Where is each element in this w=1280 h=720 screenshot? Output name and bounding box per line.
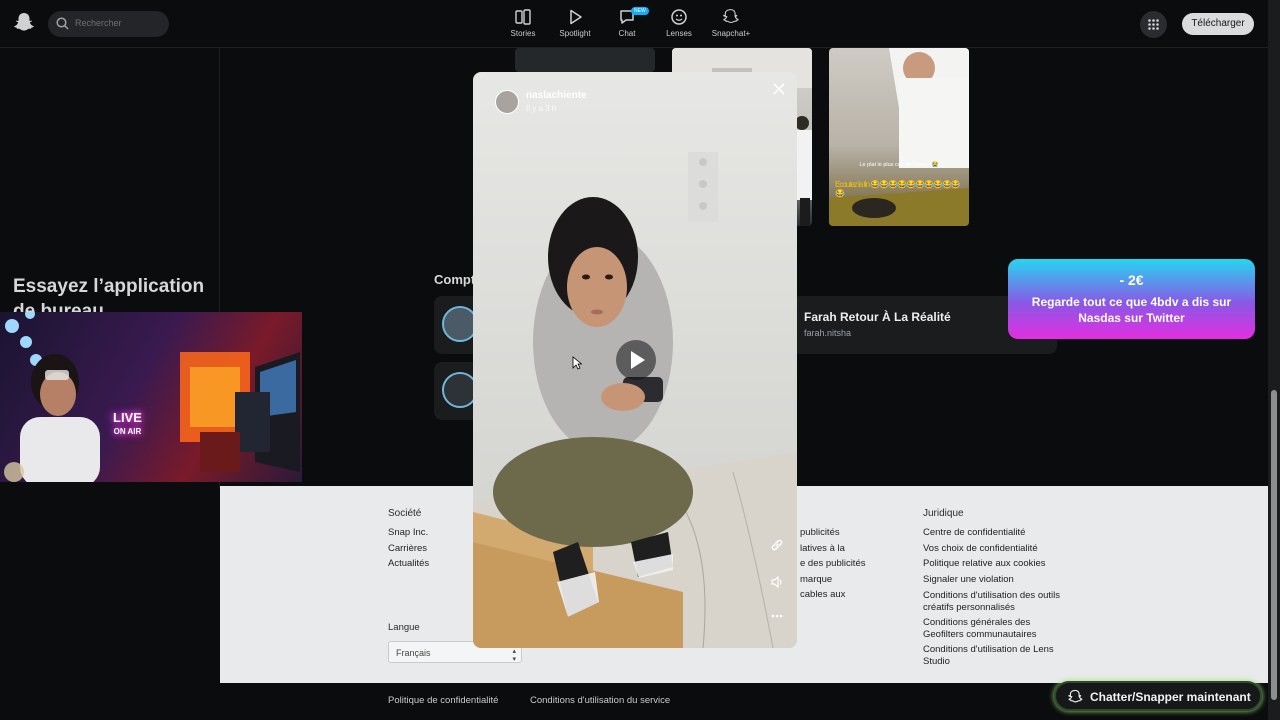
chat-snap-now-button[interactable]: Chatter/Snapper maintenant [1054, 681, 1262, 711]
language-select-value: Français [396, 648, 431, 658]
page-root: Rechercher Stories Spotlight NEW Chat Le… [0, 0, 1280, 720]
more-options-icon[interactable] [770, 609, 784, 623]
story-thumbnail[interactable] [515, 48, 655, 72]
nav-chat[interactable]: NEW Chat [603, 7, 651, 38]
footer-link[interactable]: marque [800, 572, 865, 588]
copy-link-icon[interactable] [770, 538, 784, 552]
neon-sign-live: LIVE [113, 410, 142, 425]
volume-icon[interactable] [770, 575, 784, 589]
accounts-section-title: Compt [434, 272, 476, 287]
footer-link[interactable]: e des publicités [800, 556, 865, 572]
nav-lenses-label: Lenses [666, 29, 692, 38]
nav-snapchat-plus[interactable]: Snapchat+ [707, 8, 755, 38]
apps-grid-button[interactable] [1140, 11, 1167, 38]
footer-company-column: Société Snap Inc. Carrières Actualités [388, 508, 429, 572]
close-icon[interactable] [772, 82, 786, 96]
nav-stories[interactable]: Stories [499, 8, 547, 38]
search-placeholder: Rechercher [75, 18, 122, 28]
footer-link[interactable]: Centre de confidentialité [923, 525, 1063, 541]
account-username: farah.nitsha [804, 328, 852, 338]
language-label: Langue [388, 622, 420, 633]
footer-link[interactable]: publicités [800, 525, 865, 541]
select-arrows-icon: ▴ ▾ [512, 648, 516, 663]
chat-snap-now-label: Chatter/Snapper maintenant [1090, 690, 1251, 704]
footer-link[interactable]: latives à la [800, 541, 865, 557]
stories-icon [515, 9, 531, 25]
footer-link[interactable]: Conditions d'utilisation des outils créa… [923, 590, 1063, 613]
live-on-air-neon-sign: LIVE ON AIR [113, 410, 142, 438]
donation-amount: - 2€ [1119, 272, 1144, 288]
story-viewer-modal[interactable]: naslachiente Il y a 3 h [473, 72, 797, 648]
footer-legal-column: Juridique Centre de confidentialité Vos … [923, 508, 1063, 667]
scrollbar-thumb[interactable] [1271, 390, 1277, 700]
search-bar[interactable]: Rechercher [48, 11, 169, 37]
terms-of-service-link[interactable]: Conditions d'utilisation du service [530, 695, 670, 706]
nav-lenses[interactable]: Lenses [655, 8, 703, 38]
footer-middle-column: publicités latives à la e des publicités… [800, 525, 865, 603]
webcam-scene-image [4, 312, 300, 482]
story-author-avatar[interactable] [495, 90, 519, 114]
story-posted-time: Il y a 3 h [526, 104, 557, 113]
play-icon [631, 351, 645, 369]
apps-grid-icon [1148, 19, 1159, 30]
footer-link[interactable]: Conditions d'utilisation de Lens Studio [923, 644, 1063, 667]
nav-stories-label: Stories [510, 29, 536, 38]
donation-alert-banner: - 2€ Regarde tout ce que 4bdv a dis sur … [1008, 259, 1255, 339]
nav-chat-label: Chat [618, 29, 636, 38]
top-navigation: Rechercher Stories Spotlight NEW Chat Le… [0, 0, 1268, 48]
donation-message: Regarde tout ce que 4bdv a dis sur Nasda… [1031, 295, 1232, 325]
mouse-cursor-icon [572, 356, 582, 370]
footer-link[interactable]: Snap Inc. [388, 525, 429, 541]
footer-legal-heading: Juridique [923, 508, 964, 519]
lenses-icon [671, 9, 687, 25]
chat-new-badge: NEW [631, 7, 649, 15]
story-thumbnail[interactable]: Le plat le plus con de France 😭 Ecoutez … [829, 48, 969, 226]
page-scrollbar[interactable] [1268, 0, 1280, 720]
footer-company-heading: Société [388, 508, 422, 519]
search-icon [56, 17, 69, 30]
snapchat-ghost-icon [1068, 689, 1083, 703]
thumbnail-emoji-caption: Ecoutez la fin 😂😂😂😂😂😂😂😂😂😂😂 [835, 180, 961, 198]
snapchat-ghost-logo-icon[interactable] [14, 12, 34, 34]
footer-link[interactable]: Actualités [388, 556, 429, 572]
account-display-name: Farah Retour À La Réalité [804, 310, 951, 324]
footer-link[interactable]: Conditions générales des Geofilters comm… [923, 617, 1063, 640]
footer-link[interactable]: Carrières [388, 541, 429, 557]
privacy-policy-link[interactable]: Politique de confidentialité [388, 695, 498, 706]
footer-link[interactable]: Signaler une violation [923, 572, 1063, 588]
footer-link[interactable]: Vos choix de confidentialité [923, 541, 1063, 557]
play-button[interactable] [616, 340, 656, 380]
nav-snapchat-plus-label: Snapchat+ [711, 29, 751, 38]
nav-spotlight-label: Spotlight [559, 29, 591, 38]
footer-link[interactable]: Politique relative aux cookies [923, 556, 1063, 572]
download-button[interactable]: Télécharger [1182, 13, 1254, 35]
nav-spotlight[interactable]: Spotlight [551, 8, 599, 38]
streamer-webcam-overlay: LIVE ON AIR [0, 312, 302, 482]
thumbnail-caption: Le plat le plus con de France 😭 [859, 162, 939, 168]
snapchat-plus-ghost-icon [723, 9, 739, 24]
thumbnail-image [829, 48, 969, 226]
neon-sign-on-air: ON AIR [113, 427, 142, 436]
story-author-username[interactable]: naslachiente [526, 90, 587, 101]
spotlight-play-icon [570, 9, 582, 25]
footer-link[interactable]: cables aux [800, 587, 865, 603]
